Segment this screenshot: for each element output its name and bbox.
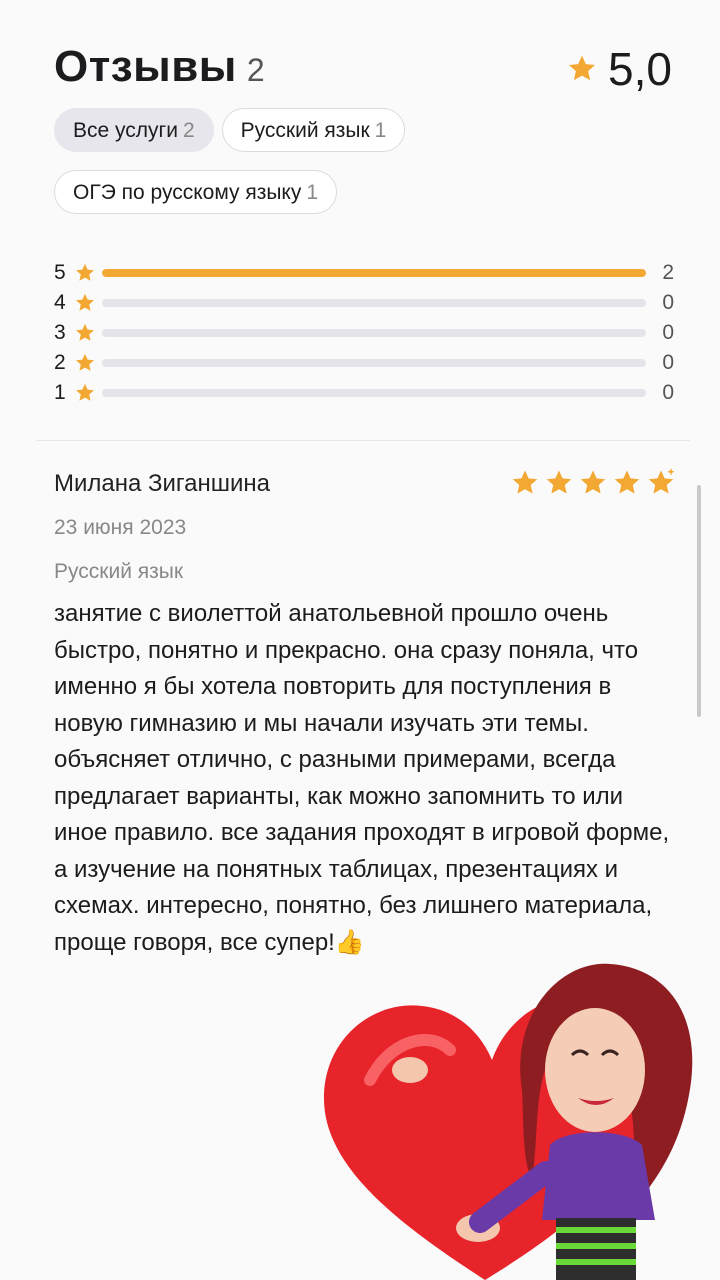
star-icon: [546, 470, 572, 494]
rating-row-3: 3 0: [54, 318, 674, 348]
filter-chip-oge-russian[interactable]: ОГЭ по русскому языку 1: [54, 170, 338, 214]
review-card: Милана Зиганшина 23 июня 2023 Русский яз…: [54, 468, 676, 961]
rating-row-label: 2: [54, 351, 66, 374]
star-icon: [76, 383, 94, 401]
section-divider: [36, 440, 690, 441]
star-icon: [76, 293, 94, 311]
rating-row-count: 0: [662, 291, 674, 314]
chip-label: Русский язык: [240, 119, 370, 142]
review-stars: [506, 468, 676, 498]
rating-distribution: 5 2 4 0 3 0 2 0 1 0: [54, 258, 674, 408]
scrollbar[interactable]: [697, 485, 701, 717]
rating-row-label: 4: [54, 291, 66, 314]
rating-bar-track: [102, 269, 646, 277]
rating-row-4: 4 0: [54, 288, 674, 318]
star-icon: [580, 470, 606, 494]
reviews-count: 2: [246, 52, 266, 88]
rating-row-count: 0: [662, 351, 674, 374]
page-title: Отзывы 2: [54, 42, 265, 92]
filter-chip-all-services[interactable]: Все услуги 2: [54, 108, 214, 152]
rating-bar-track: [102, 389, 646, 397]
star-icon: [76, 323, 94, 341]
sparkle-star-icon: [648, 468, 675, 494]
star-icon: [76, 353, 94, 371]
rating-row-2: 2 0: [54, 348, 674, 378]
rating-row-count: 0: [662, 381, 674, 404]
sticker-hand: [392, 1057, 428, 1083]
chip-count: 2: [182, 119, 195, 142]
reviews-header: Отзывы 2 5,0: [54, 42, 672, 102]
rating-bar-track: [102, 359, 646, 367]
rating-row-count: 2: [662, 261, 674, 284]
rating-row-label: 1: [54, 381, 66, 404]
star-icon: [614, 470, 640, 494]
rating-row-5: 5 2: [54, 258, 674, 288]
sticker-face: [545, 1008, 645, 1132]
sticker-jacket: [542, 1132, 655, 1220]
rating-bar-track: [102, 329, 646, 337]
review-text: занятие с виолеттой анатольевной прошло …: [54, 600, 670, 956]
chip-label: ОГЭ по русскому языку: [73, 181, 302, 204]
heart-sticker: [323, 963, 693, 1280]
rating-row-label: 3: [54, 321, 66, 344]
rating-bar-track: [102, 299, 646, 307]
rating-row-label: 5: [54, 261, 66, 284]
overall-rating-value: 5,0: [608, 43, 672, 95]
review-subject: Русский язык: [54, 560, 184, 583]
overall-rating: 5,0: [566, 42, 672, 96]
rating-bar-fill: [102, 269, 646, 277]
rating-row-1: 1 0: [54, 378, 674, 408]
chip-label: Все услуги: [73, 119, 178, 142]
star-icon: [512, 470, 538, 494]
title-text: Отзывы: [54, 42, 237, 91]
chip-count: 1: [374, 119, 387, 142]
rating-row-count: 0: [662, 321, 674, 344]
review-date: 23 июня 2023: [54, 516, 187, 539]
star-icon: [76, 263, 94, 281]
service-filters: Все услуги 2 Русский язык 1 ОГЭ по русскому…: [54, 108, 654, 232]
star-icon: [568, 55, 596, 81]
chip-count: 1: [306, 181, 319, 204]
filter-chip-russian-language[interactable]: Русский язык 1: [221, 108, 406, 152]
